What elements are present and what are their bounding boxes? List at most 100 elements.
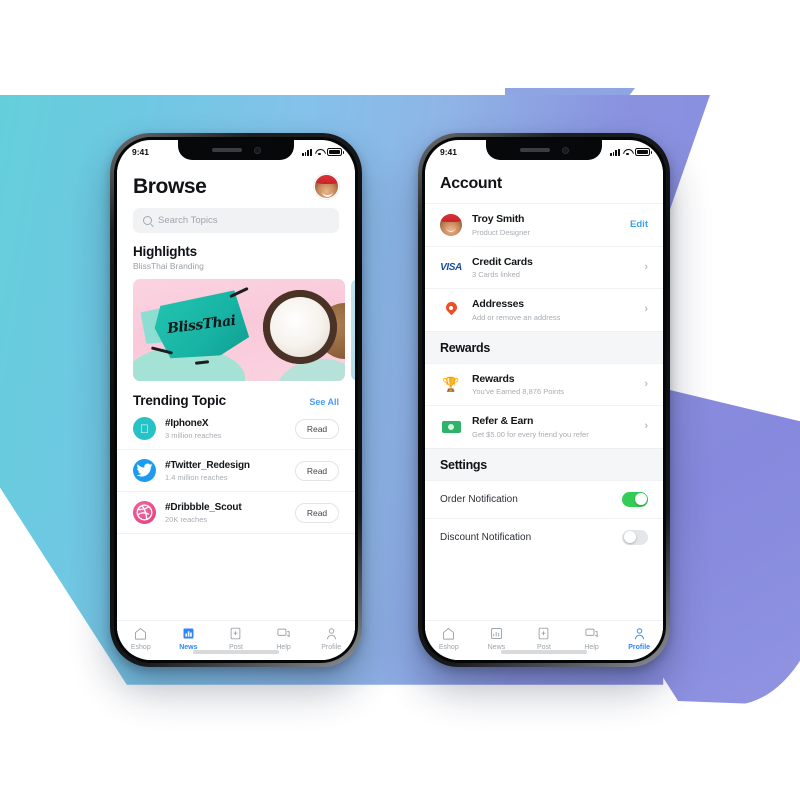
row-subtitle: 3 Cards linked [472, 270, 520, 279]
news-icon [490, 628, 502, 639]
list-item-text: #Dribbble_Scout 20K reaches [165, 502, 286, 524]
phone2-screen: 9:41 Account Troy Smith Product Designer [425, 140, 663, 660]
tab-help[interactable]: Help [568, 626, 616, 651]
status-time: 9:41 [132, 147, 150, 157]
trending-header: Trending Topic See All [117, 393, 355, 408]
battery-icon [635, 148, 652, 156]
post-icon [539, 627, 549, 640]
search-input[interactable]: Search Topics [133, 208, 339, 233]
trending-list:  #IphoneX 3 million reaches Read [117, 408, 355, 534]
home-icon [443, 628, 455, 640]
speaker-grille-icon [211, 148, 242, 152]
post-icon [231, 627, 241, 640]
rewards-row[interactable]: 🏆 Rewards You've Earned 8,876 Points › [425, 362, 663, 405]
section-header-rewards: Rewards [425, 330, 663, 363]
read-button[interactable]: Read [295, 418, 339, 439]
front-camera-icon [561, 146, 569, 154]
setting-label: Discount Notification [440, 531, 532, 543]
wifi-icon [623, 149, 632, 156]
edit-button[interactable]: Edit [630, 219, 648, 230]
read-button[interactable]: Read [295, 460, 339, 481]
chevron-right-icon: › [644, 377, 648, 390]
speaker-grille-icon [519, 148, 550, 152]
topic-name: #Twitter_Redesign [165, 459, 250, 471]
status-indicators [301, 148, 344, 156]
profile-person-icon [634, 628, 644, 640]
row-title: Addresses [472, 298, 524, 310]
front-camera-icon [253, 146, 261, 154]
tab-profile[interactable]: Profile [307, 626, 355, 651]
setting-row-order-notification[interactable]: Order Notification [425, 479, 663, 518]
twitter-bird-glyph [136, 463, 153, 477]
tab-eshop[interactable]: Eshop [117, 626, 165, 651]
apple-glyph:  [133, 417, 156, 440]
search-placeholder: Search Topics [158, 215, 218, 226]
news-icon [183, 628, 194, 639]
status-indicators [609, 148, 652, 156]
location-pin-icon [440, 299, 462, 321]
tab-eshop[interactable]: Eshop [425, 626, 473, 651]
refer-earn-row[interactable]: Refer & Earn Get $5.00 for every friend … [425, 405, 663, 448]
trending-title: Trending Topic [133, 393, 226, 408]
order-notification-toggle[interactable] [622, 491, 648, 507]
tab-label: Profile [321, 644, 342, 651]
tab-post[interactable]: Post [212, 626, 260, 651]
highlight-card-next[interactable] [351, 279, 355, 381]
toggle-knob [634, 493, 647, 505]
account-row-credit-cards[interactable]: VISA Credit Cards 3 Cards linked › [425, 245, 663, 288]
phone2-notch [486, 140, 602, 160]
pin-shape [446, 302, 457, 317]
visa-label: VISA [440, 261, 462, 273]
list-item-text: #Twitter_Redesign 1.4 million reaches [165, 460, 286, 482]
twitter-icon [133, 459, 156, 482]
list-item[interactable]: #Dribbble_Scout 20K reaches Read [117, 492, 355, 534]
tab-help[interactable]: Help [260, 626, 308, 651]
see-all-link[interactable]: See All [309, 397, 339, 407]
visa-logo-icon: VISA [440, 256, 462, 278]
search-icon [143, 216, 152, 225]
row-text: Credit Cards 3 Cards linked [472, 256, 634, 280]
read-button[interactable]: Read [295, 502, 339, 523]
row-subtitle: Get $5.00 for every friend you refer [472, 429, 589, 439]
phone2-tab-bar: Eshop News Post Help Profile [425, 620, 663, 660]
phone1-bezel: 9:41 Browse Search Topics Highlights Bli… [114, 137, 358, 663]
row-title: Rewards [472, 372, 515, 385]
list-item[interactable]: #Twitter_Redesign 1.4 million reaches Re… [117, 450, 355, 492]
tab-post[interactable]: Post [520, 626, 568, 651]
highlights-section: Highlights BlissThai Branding BlissThai [117, 233, 355, 381]
highlights-carousel[interactable]: BlissThai [133, 279, 355, 381]
coconut-icon [263, 290, 337, 364]
phone-mockup-account: 9:41 Account Troy Smith Product Designer [418, 133, 670, 667]
avatar[interactable] [314, 174, 339, 199]
profile-name: Troy Smith [472, 213, 525, 225]
account-row-profile[interactable]: Troy Smith Product Designer Edit [425, 203, 663, 246]
trophy-glyph: 🏆 [442, 376, 460, 393]
highlights-title: Highlights [133, 244, 197, 259]
discount-notification-toggle[interactable] [622, 529, 648, 545]
topic-reaches: 1.4 million reaches [165, 472, 228, 482]
phone1-notch [178, 140, 294, 160]
profile-role: Product Designer [472, 227, 530, 237]
tab-label: Eshop [438, 644, 459, 651]
wifi-icon [315, 149, 324, 156]
setting-row-discount-notification[interactable]: Discount Notification [425, 517, 663, 556]
list-item-text: #IphoneX 3 million reaches [165, 418, 286, 440]
row-title: Refer & Earn [472, 415, 534, 427]
tab-profile[interactable]: Profile [615, 626, 663, 651]
chevron-right-icon: › [644, 420, 648, 433]
topic-reaches: 20K reaches [165, 514, 208, 524]
home-indicator[interactable] [501, 650, 587, 654]
tab-news[interactable]: News [165, 626, 213, 651]
tab-news[interactable]: News [473, 626, 521, 651]
trophy-icon: 🏆 [440, 373, 462, 395]
highlight-card[interactable]: BlissThai [133, 279, 345, 381]
browse-header: Browse [117, 162, 355, 199]
list-item[interactable]:  #IphoneX 3 million reaches Read [117, 408, 355, 450]
battery-icon [327, 148, 344, 156]
row-subtitle: You've Earned 8,876 Points [472, 387, 565, 396]
avatar [440, 213, 462, 236]
home-indicator[interactable] [193, 650, 279, 654]
row-text: Refer & Earn Get $5.00 for every friend … [472, 415, 634, 439]
account-app-body: Account Troy Smith Product Designer Edit… [425, 162, 663, 660]
account-row-addresses[interactable]: Addresses Add or remove an address › [425, 288, 663, 331]
